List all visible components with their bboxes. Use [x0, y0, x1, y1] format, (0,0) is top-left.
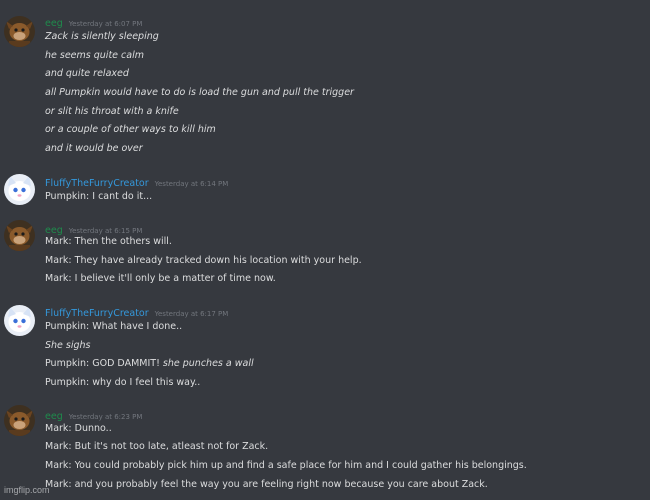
message-header: eeg Yesterday at 6:07 PM — [45, 15, 142, 30]
timestamp: Yesterday at 6:17 PM — [154, 310, 229, 318]
message-text: Pumpkin: GOD DAMMIT! — [45, 358, 160, 369]
brown-creature-avatar-icon[interactable] — [4, 220, 35, 251]
username[interactable]: eeg — [45, 18, 63, 29]
message-line: Mark: They have already tracked down his… — [45, 255, 362, 266]
chat-log: eeg Yesterday at 6:07 PM Zack is silently… — [0, 0, 650, 500]
timestamp: Yesterday at 6:07 PM — [68, 20, 143, 28]
username[interactable]: eeg — [45, 225, 63, 236]
brown-creature-avatar-icon[interactable] — [4, 405, 35, 436]
message-line: or a couple of other ways to kill him — [45, 124, 216, 135]
username[interactable]: FluffyTheFurryCreator — [45, 178, 149, 189]
message-line: Pumpkin: why do I feel this way.. — [45, 377, 201, 388]
message-line: or slit his throat with a knife — [45, 106, 179, 117]
message-header: FluffyTheFurryCreator Yesterday at 6:14 P… — [45, 175, 228, 190]
message-line: Mark: You could probably pick him up and… — [45, 460, 527, 471]
username[interactable]: eeg — [45, 411, 63, 422]
message-line: and quite relaxed — [45, 68, 129, 79]
message-line: Pumpkin: I cant do it... — [45, 191, 153, 202]
message-line: all Pumpkin would have to do is load the… — [45, 87, 354, 98]
white-furry-avatar-icon[interactable] — [4, 305, 35, 336]
message-line: Mark: Dunno.. — [45, 423, 112, 434]
message-header: eeg Yesterday at 6:15 PM — [45, 222, 142, 237]
message-line: Mark: But it's not too late, atleast not… — [45, 441, 269, 452]
message-line: Mark: and you probably feel the way you … — [45, 479, 488, 490]
message-line: Pumpkin: What have I done.. — [45, 321, 183, 332]
brown-creature-avatar-icon[interactable] — [4, 16, 35, 47]
message-line: Mark: I believe it'll only be a matter o… — [45, 273, 276, 284]
timestamp: Yesterday at 6:15 PM — [68, 227, 143, 235]
message-header: eeg Yesterday at 6:23 PM — [45, 408, 142, 423]
timestamp: Yesterday at 6:14 PM — [154, 180, 229, 188]
message-line: and it would be over — [45, 143, 143, 154]
message-line: he seems quite calm — [45, 50, 144, 61]
timestamp: Yesterday at 6:23 PM — [68, 413, 143, 421]
message-line: Pumpkin: GOD DAMMIT! she punches a wall — [45, 358, 254, 370]
message-line: Zack is silently sleeping — [45, 31, 159, 42]
white-furry-avatar-icon[interactable] — [4, 174, 35, 205]
action-text: she punches a wall — [162, 358, 254, 369]
message-header: FluffyTheFurryCreator Yesterday at 6:17 P… — [45, 305, 228, 320]
username[interactable]: FluffyTheFurryCreator — [45, 308, 149, 319]
message-line: Mark: Then the others will. — [45, 236, 172, 247]
watermark: imgflip.com — [4, 485, 50, 495]
message-line: She sighs — [45, 340, 91, 351]
